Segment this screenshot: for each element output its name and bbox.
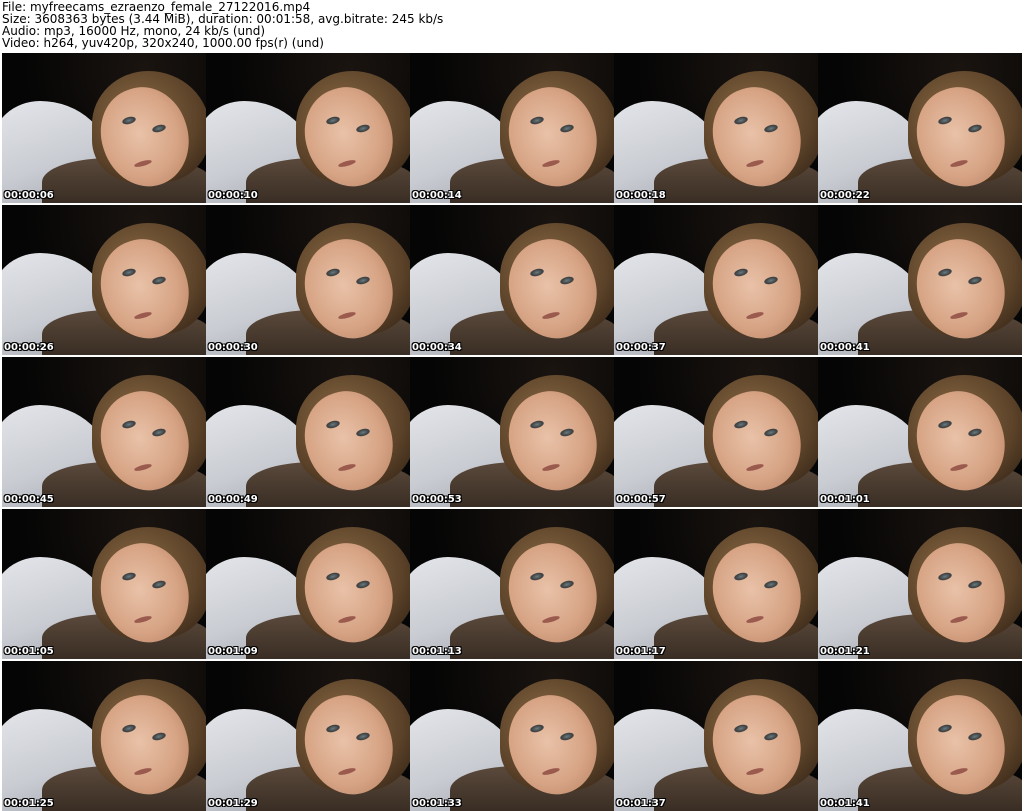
video-frame-image <box>2 357 206 507</box>
video-thumbnail: 00:00:06 <box>2 53 206 203</box>
video-frame-image <box>410 53 614 203</box>
video-thumbnail: 00:01:37 <box>614 661 818 811</box>
timestamp-label: 00:00:49 <box>208 494 258 505</box>
video-frame-image <box>614 205 818 355</box>
video-thumbnail: 00:01:09 <box>206 509 410 659</box>
video-frame-image <box>206 661 410 811</box>
video-frame-image <box>2 53 206 203</box>
video-thumbnail: 00:00:41 <box>818 205 1022 355</box>
video-thumbnail: 00:00:10 <box>206 53 410 203</box>
video-thumbnail: 00:00:53 <box>410 357 614 507</box>
video-thumbnail: 00:00:18 <box>614 53 818 203</box>
video-frame-image <box>206 509 410 659</box>
video-frame-image <box>410 661 614 811</box>
video-frame-image <box>818 357 1022 507</box>
video-thumbnail: 00:00:26 <box>2 205 206 355</box>
video-thumbnail: 00:01:41 <box>818 661 1022 811</box>
timestamp-label: 00:00:30 <box>208 342 258 353</box>
video-frame-image <box>818 509 1022 659</box>
timestamp-label: 00:00:06 <box>4 190 54 201</box>
video-thumbnail: 00:01:01 <box>818 357 1022 507</box>
video-thumbnail: 00:01:33 <box>410 661 614 811</box>
video-frame-image <box>614 53 818 203</box>
video-frame-image <box>614 509 818 659</box>
timestamp-label: 00:01:05 <box>4 646 54 657</box>
video-thumbnail: 00:00:30 <box>206 205 410 355</box>
video-frame-image <box>410 509 614 659</box>
timestamp-label: 00:01:25 <box>4 798 54 809</box>
video-thumbnail: 00:00:49 <box>206 357 410 507</box>
video-thumbnail: 00:00:37 <box>614 205 818 355</box>
video-frame-image <box>2 205 206 355</box>
timestamp-label: 00:01:09 <box>208 646 258 657</box>
video-frame-image <box>410 357 614 507</box>
video-thumbnail: 00:00:34 <box>410 205 614 355</box>
timestamp-label: 00:00:37 <box>616 342 666 353</box>
video-frame-image <box>614 661 818 811</box>
timestamp-label: 00:01:33 <box>412 798 462 809</box>
timestamp-label: 00:00:22 <box>820 190 870 201</box>
video-thumbnail: 00:00:45 <box>2 357 206 507</box>
video-thumbnail: 00:00:14 <box>410 53 614 203</box>
video-thumbnail: 00:01:05 <box>2 509 206 659</box>
video-thumbnail: 00:01:13 <box>410 509 614 659</box>
video-thumbnail: 00:01:29 <box>206 661 410 811</box>
timestamp-label: 00:00:10 <box>208 190 258 201</box>
video-frame-image <box>206 357 410 507</box>
video-frame-image <box>614 357 818 507</box>
thumbnail-grid: 00:00:06 00:00:10 00:00:14 00:00:18 00:00:22… <box>0 52 1024 811</box>
video-frame-image <box>818 205 1022 355</box>
timestamp-label: 00:00:14 <box>412 190 462 201</box>
video-frame-image <box>818 53 1022 203</box>
timestamp-label: 00:00:41 <box>820 342 870 353</box>
video-thumbnail: 00:01:17 <box>614 509 818 659</box>
timestamp-label: 00:00:34 <box>412 342 462 353</box>
file-info-header: File: myfreecams_ezraenzo_female_2712201… <box>0 0 1024 52</box>
timestamp-label: 00:01:01 <box>820 494 870 505</box>
timestamp-label: 00:01:29 <box>208 798 258 809</box>
video-thumbnail: 00:00:22 <box>818 53 1022 203</box>
video-thumbnail: 00:01:25 <box>2 661 206 811</box>
video-frame-image <box>2 661 206 811</box>
timestamp-label: 00:01:13 <box>412 646 462 657</box>
timestamp-label: 00:00:45 <box>4 494 54 505</box>
video-thumbnail: 00:01:21 <box>818 509 1022 659</box>
video-info-line: Video: h264, yuv420p, 320x240, 1000.00 f… <box>2 36 324 50</box>
video-frame-image <box>410 205 614 355</box>
timestamp-label: 00:00:18 <box>616 190 666 201</box>
timestamp-label: 00:01:17 <box>616 646 666 657</box>
video-frame-image <box>206 53 410 203</box>
timestamp-label: 00:00:26 <box>4 342 54 353</box>
timestamp-label: 00:01:21 <box>820 646 870 657</box>
timestamp-label: 00:00:57 <box>616 494 666 505</box>
video-frame-image <box>818 661 1022 811</box>
video-frame-image <box>206 205 410 355</box>
video-frame-image <box>2 509 206 659</box>
timestamp-label: 00:00:53 <box>412 494 462 505</box>
timestamp-label: 00:01:37 <box>616 798 666 809</box>
video-thumbnail: 00:00:57 <box>614 357 818 507</box>
timestamp-label: 00:01:41 <box>820 798 870 809</box>
